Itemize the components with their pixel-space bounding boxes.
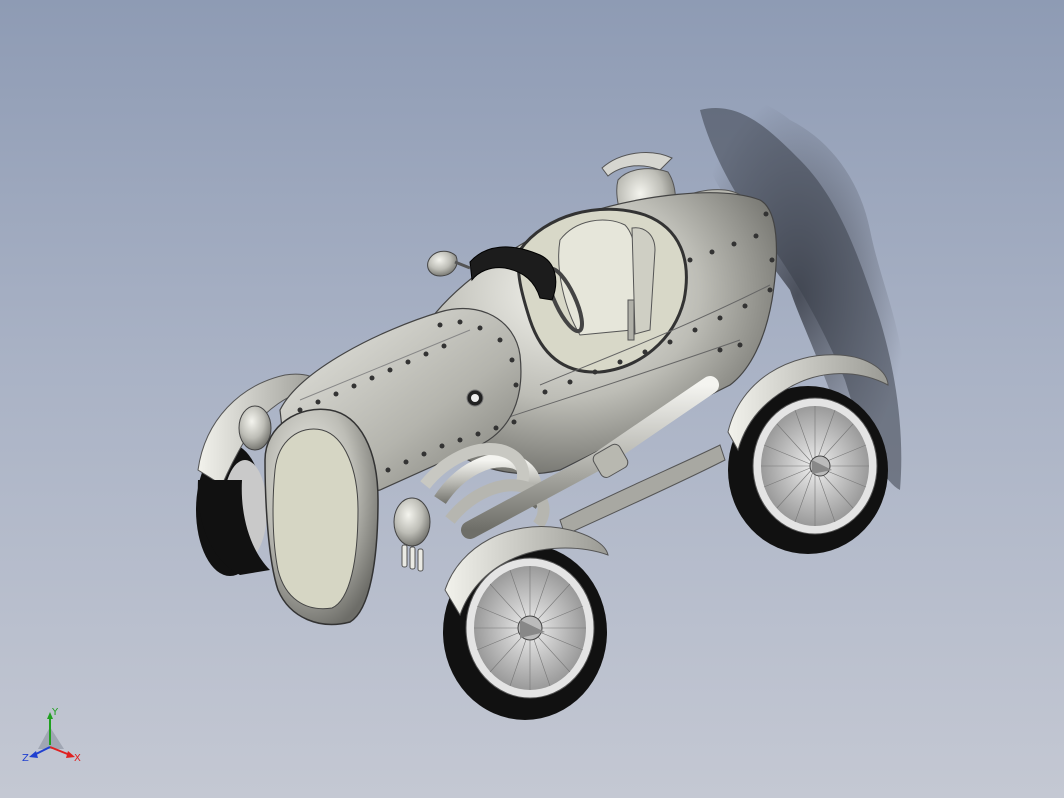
side-louvres [401,544,424,572]
orientation-triad[interactable]: Y X Z [20,705,84,769]
graphics-viewport[interactable]: Y X Z [0,0,1064,798]
x-axis-label: X [74,753,81,764]
side-mirror [427,250,471,277]
z-axis-arrowhead-icon [29,751,38,758]
car-model[interactable] [0,0,1064,798]
z-axis-label: Z [22,753,29,764]
front-grille [264,408,379,626]
headlight-left [238,405,272,451]
y-axis-label: Y [51,707,59,718]
headlight-right [393,497,431,547]
